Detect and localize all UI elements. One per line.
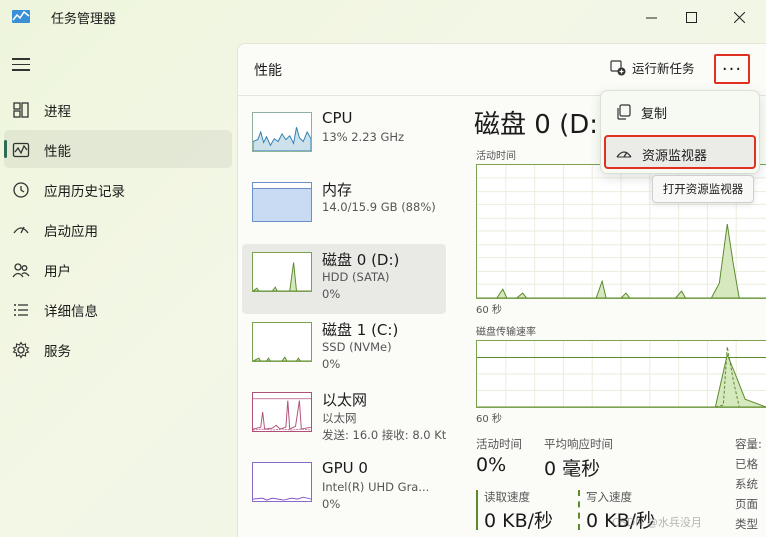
startup-icon	[13, 226, 29, 234]
history-icon	[13, 182, 29, 198]
disk0-thumbnail-graph	[252, 252, 312, 292]
more-options-button[interactable]: ···	[714, 54, 750, 84]
sidebar-item-details[interactable]: 详细信息	[4, 290, 232, 328]
processes-icon	[13, 102, 29, 118]
resource-name: 磁盘 1 (C:)	[322, 321, 399, 339]
menu-toggle-button[interactable]	[12, 58, 30, 72]
graph2-time-axis: 60 秒	[476, 414, 502, 425]
sidebar-item-services[interactable]: 服务	[4, 330, 232, 368]
gpu-thumbnail-graph	[252, 462, 312, 502]
resource-monitor-tooltip: 打开资源监视器	[652, 175, 754, 203]
window-title: 任务管理器	[51, 12, 117, 27]
capacity-label: 容量:	[735, 437, 762, 451]
maximize-icon	[685, 11, 697, 23]
more-options-menu: 复制 资源监视器	[600, 90, 760, 174]
graph1-time-axis: 60 秒	[476, 305, 502, 316]
menu-item-resource-monitor[interactable]: 资源监视器	[604, 135, 756, 169]
resource-item-ethernet[interactable]: 以太网 以太网 发送: 16.0 接收: 8.0 Kt	[242, 384, 446, 454]
sidebar-item-label: 详细信息	[44, 304, 98, 320]
task-manager-icon	[12, 10, 30, 23]
sidebar-nav: 进程 性能 应用历史记录 启动应用 用户 详细信息 服务	[0, 88, 236, 368]
resource-name: 磁盘 0 (D:)	[322, 251, 400, 269]
sidebar-item-label: 启动应用	[44, 224, 98, 240]
sidebar-item-users[interactable]: 用户	[4, 250, 232, 288]
system-disk-label: 系统	[735, 477, 758, 491]
sidebar-item-label: 进程	[44, 104, 71, 120]
resource-detail: Intel(R) UHD Gra...	[322, 480, 430, 494]
resource-detail: 13% 2.23 GHz	[322, 130, 405, 144]
resource-item-memory[interactable]: 内存 14.0/15.9 GB (88%)	[242, 174, 446, 244]
sidebar-item-label: 性能	[44, 144, 71, 160]
active-time-label: 活动时间	[476, 437, 522, 451]
resource-name: 以太网	[322, 391, 368, 409]
menu-item-label: 资源监视器	[642, 149, 708, 164]
resource-name: GPU 0	[322, 459, 368, 477]
formatted-label: 已格	[735, 457, 758, 471]
sidebar-item-processes[interactable]: 进程	[4, 90, 232, 128]
maximize-button[interactable]	[668, 0, 714, 34]
resource-usage: 0%	[322, 497, 341, 511]
resource-detail: 以太网	[322, 411, 357, 425]
resource-detail: HDD (SATA)	[322, 270, 390, 284]
resource-item-gpu[interactable]: GPU 0 Intel(R) UHD Gra... 0%	[242, 454, 446, 524]
write-speed-label: 写入速度	[586, 490, 632, 504]
type-label: 类型	[735, 517, 758, 531]
resource-usage: 0%	[322, 357, 341, 371]
disk1-thumbnail-graph	[252, 322, 312, 362]
cpu-thumbnail-graph	[252, 112, 312, 152]
close-button[interactable]	[716, 0, 762, 34]
active-time-value: 0%	[476, 454, 507, 476]
resource-usage: 0%	[322, 287, 341, 301]
ethernet-thumbnail-graph	[252, 392, 312, 432]
services-icon	[12, 341, 30, 359]
sidebar-item-performance[interactable]: 性能	[4, 130, 232, 168]
users-icon	[12, 263, 30, 278]
detail-title: 磁盘 0 (D:)	[474, 110, 609, 140]
avg-response-label: 平均响应时间	[544, 437, 613, 451]
run-task-icon	[610, 59, 626, 75]
resource-detail: SSD (NVMe)	[322, 340, 392, 354]
resource-name: CPU	[322, 109, 353, 127]
sidebar-item-app-history[interactable]: 应用历史记录	[4, 170, 232, 208]
graph1-label: 活动时间	[476, 151, 516, 162]
minimize-icon	[645, 17, 657, 18]
hamburger-icon	[12, 58, 30, 60]
write-speed-indicator	[578, 490, 580, 530]
watermark: CSDN @水兵没月	[612, 516, 702, 529]
sidebar-item-label: 应用历史记录	[44, 184, 125, 200]
sidebar-item-label: 用户	[44, 264, 71, 280]
page-file-label: 页面	[735, 497, 758, 511]
close-icon	[733, 11, 745, 23]
title-bar: 任务管理器	[0, 0, 766, 34]
read-speed-indicator	[476, 490, 478, 530]
resource-item-cpu[interactable]: CPU 13% 2.23 GHz	[242, 104, 446, 174]
resource-name: 内存	[322, 181, 353, 199]
menu-item-copy[interactable]: 复制	[605, 95, 755, 129]
performance-icon	[12, 142, 30, 158]
menu-item-label: 复制	[641, 107, 668, 122]
read-speed-label: 读取速度	[484, 490, 530, 504]
resource-usage: 发送: 16.0 接收: 8.0 Kt	[322, 428, 447, 442]
memory-thumbnail-graph	[252, 182, 312, 222]
run-new-task-button[interactable]: 运行新任务	[610, 58, 695, 77]
resource-item-disk-1[interactable]: 磁盘 1 (C:) SSD (NVMe) 0%	[242, 314, 446, 384]
avg-response-value: 0 毫秒	[544, 458, 601, 480]
copy-icon	[617, 104, 631, 120]
details-icon	[14, 304, 28, 316]
sidebar-item-startup[interactable]: 启动应用	[4, 210, 232, 248]
graph2-label: 磁盘传输速率	[476, 327, 536, 338]
page-title: 性能	[254, 63, 282, 79]
resource-detail: 14.0/15.9 GB (88%)	[322, 200, 436, 214]
read-speed-value: 0 KB/秒	[484, 510, 554, 532]
resource-monitor-icon	[616, 151, 632, 158]
sidebar-item-label: 服务	[44, 344, 71, 360]
resource-item-disk-0[interactable]: 磁盘 0 (D:) HDD (SATA) 0%	[242, 244, 446, 314]
run-task-label: 运行新任务	[632, 61, 695, 76]
transfer-rate-graph	[476, 340, 766, 408]
